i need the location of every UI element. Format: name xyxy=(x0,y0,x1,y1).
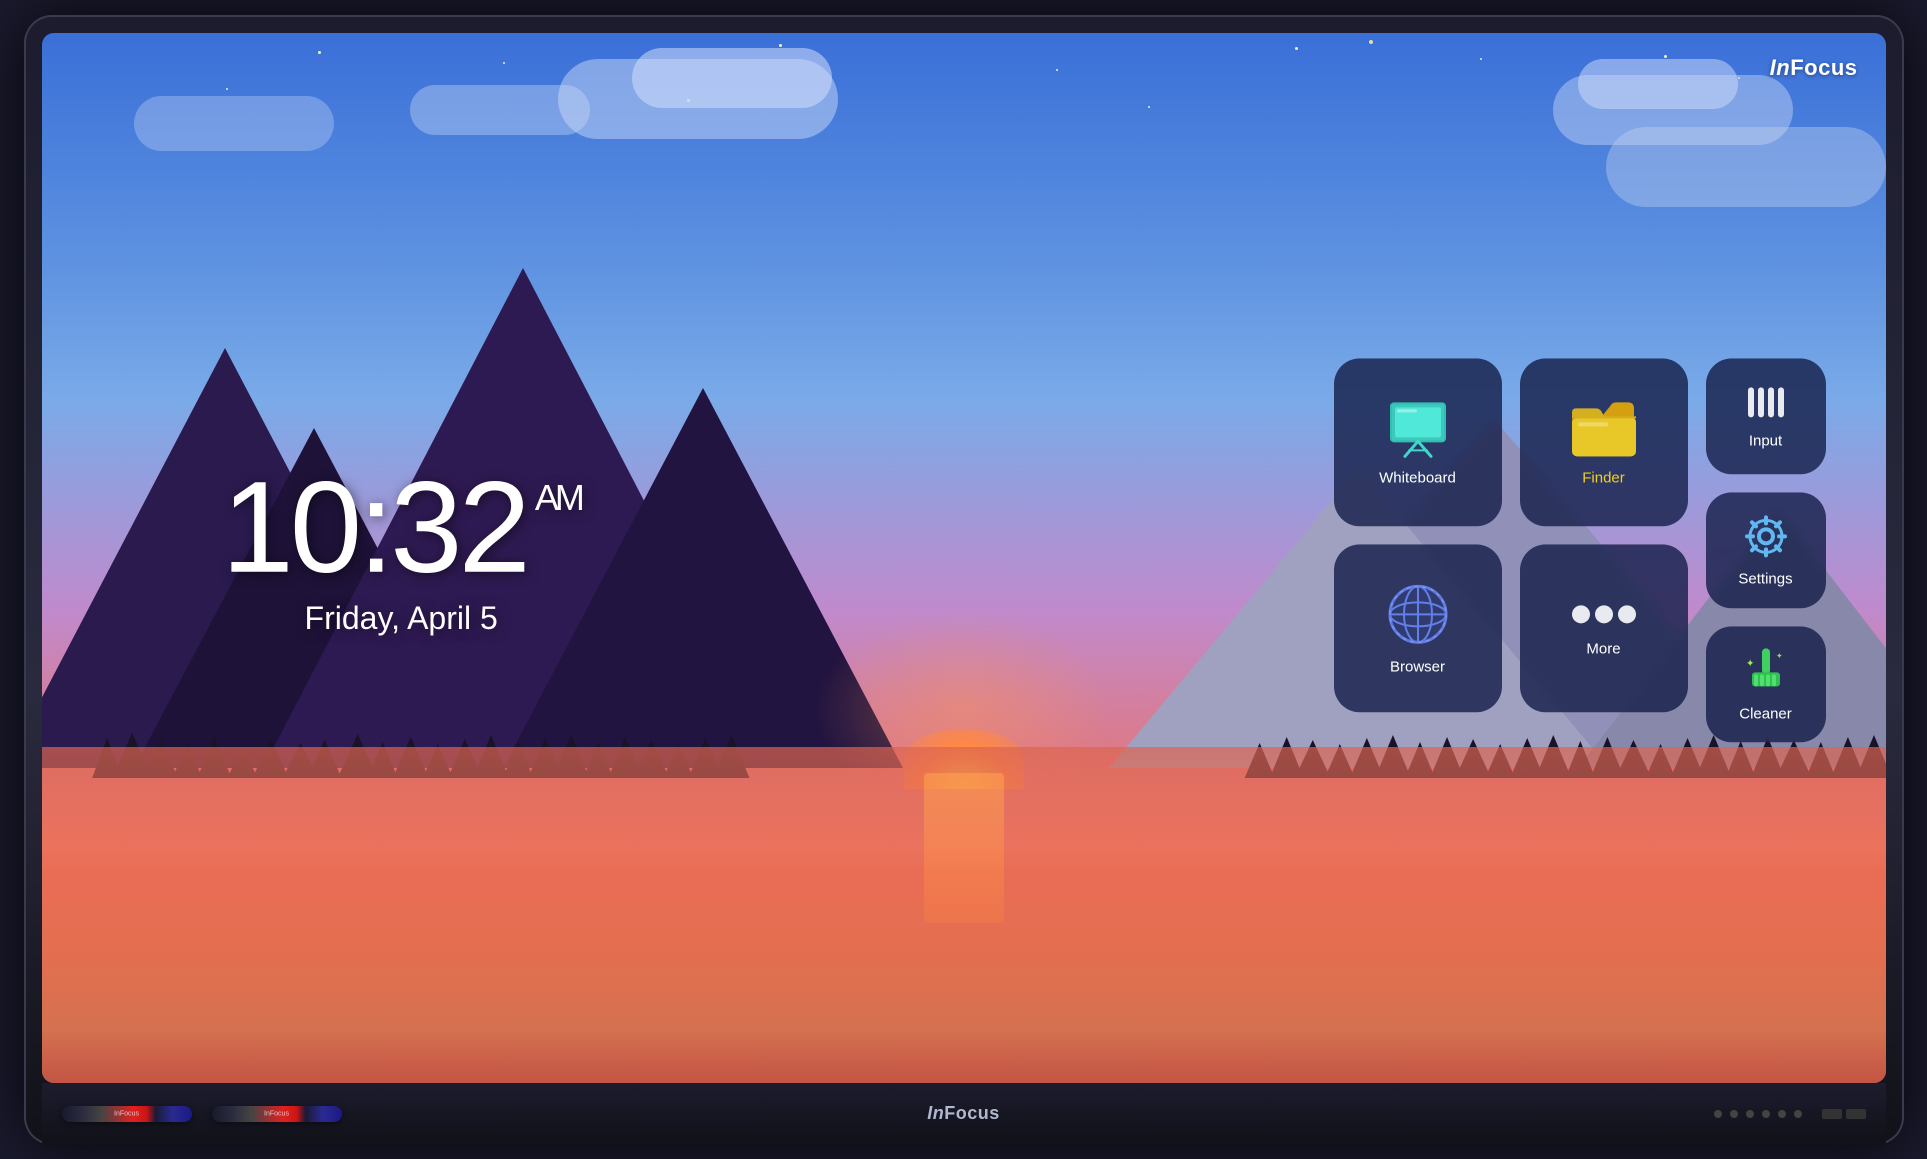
indicator-dot-5 xyxy=(1778,1110,1786,1118)
input-app[interactable]: Input xyxy=(1706,358,1826,474)
cleaner-label: Cleaner xyxy=(1739,705,1792,722)
svg-text:✦: ✦ xyxy=(1746,658,1754,669)
finder-icon xyxy=(1568,398,1640,461)
brand-logo-top: InFocus xyxy=(1770,55,1858,81)
whiteboard-icon xyxy=(1383,398,1453,461)
screen: InFocus 10:32 AM Friday, April 5 xyxy=(42,33,1886,1083)
cleaner-icon: ✦ ✦ xyxy=(1744,646,1788,697)
input-label: Input xyxy=(1749,432,1782,449)
settings-app[interactable]: Settings xyxy=(1706,492,1826,608)
settings-label: Settings xyxy=(1738,570,1792,587)
usb-port-1[interactable] xyxy=(1822,1109,1842,1119)
stylus-tray: InFocus InFocus xyxy=(62,1106,342,1122)
svg-text:✦: ✦ xyxy=(1776,651,1783,660)
bezel-brand-logo: InFocus xyxy=(927,1103,1000,1124)
more-icon xyxy=(1569,599,1639,632)
clock-date: Friday, April 5 xyxy=(222,599,581,636)
clock-display: 10:32 AM xyxy=(222,461,581,591)
finder-app[interactable]: Finder xyxy=(1520,358,1688,526)
indicator-dot-2 xyxy=(1730,1110,1738,1118)
indicator-dot-4 xyxy=(1762,1110,1770,1118)
small-icons-column: Input xyxy=(1706,358,1826,742)
indicator-dot-3 xyxy=(1746,1110,1754,1118)
bezel-right-controls xyxy=(1714,1109,1866,1119)
usb-port-2[interactable] xyxy=(1846,1109,1866,1119)
settings-icon xyxy=(1743,513,1789,562)
usb-ports xyxy=(1822,1109,1866,1119)
clock-widget: 10:32 AM Friday, April 5 xyxy=(222,461,581,636)
indicator-dot-1 xyxy=(1714,1110,1722,1118)
browser-label: Browser xyxy=(1390,658,1445,675)
browser-icon xyxy=(1385,581,1451,650)
input-icon xyxy=(1744,383,1788,424)
whiteboard-app[interactable]: Whiteboard xyxy=(1334,358,1502,526)
bottom-bezel: InFocus InFocus InFocus xyxy=(42,1083,1886,1145)
finder-label: Finder xyxy=(1582,469,1625,486)
more-label: More xyxy=(1586,640,1620,657)
browser-app[interactable]: Browser xyxy=(1334,544,1502,712)
water-reflection xyxy=(42,747,1886,1083)
clock-period: AM xyxy=(535,479,581,515)
indicator-dot-6 xyxy=(1794,1110,1802,1118)
monitor: InFocus 10:32 AM Friday, April 5 xyxy=(24,15,1904,1145)
app-grid: Whiteboard xyxy=(1334,358,1826,742)
big-icons-column: Whiteboard xyxy=(1334,358,1688,742)
clock-time-value: 10:32 xyxy=(222,461,527,591)
cleaner-app[interactable]: ✦ ✦ Cleaner xyxy=(1706,626,1826,742)
whiteboard-label: Whiteboard xyxy=(1379,469,1456,486)
more-app[interactable]: More xyxy=(1520,544,1688,712)
